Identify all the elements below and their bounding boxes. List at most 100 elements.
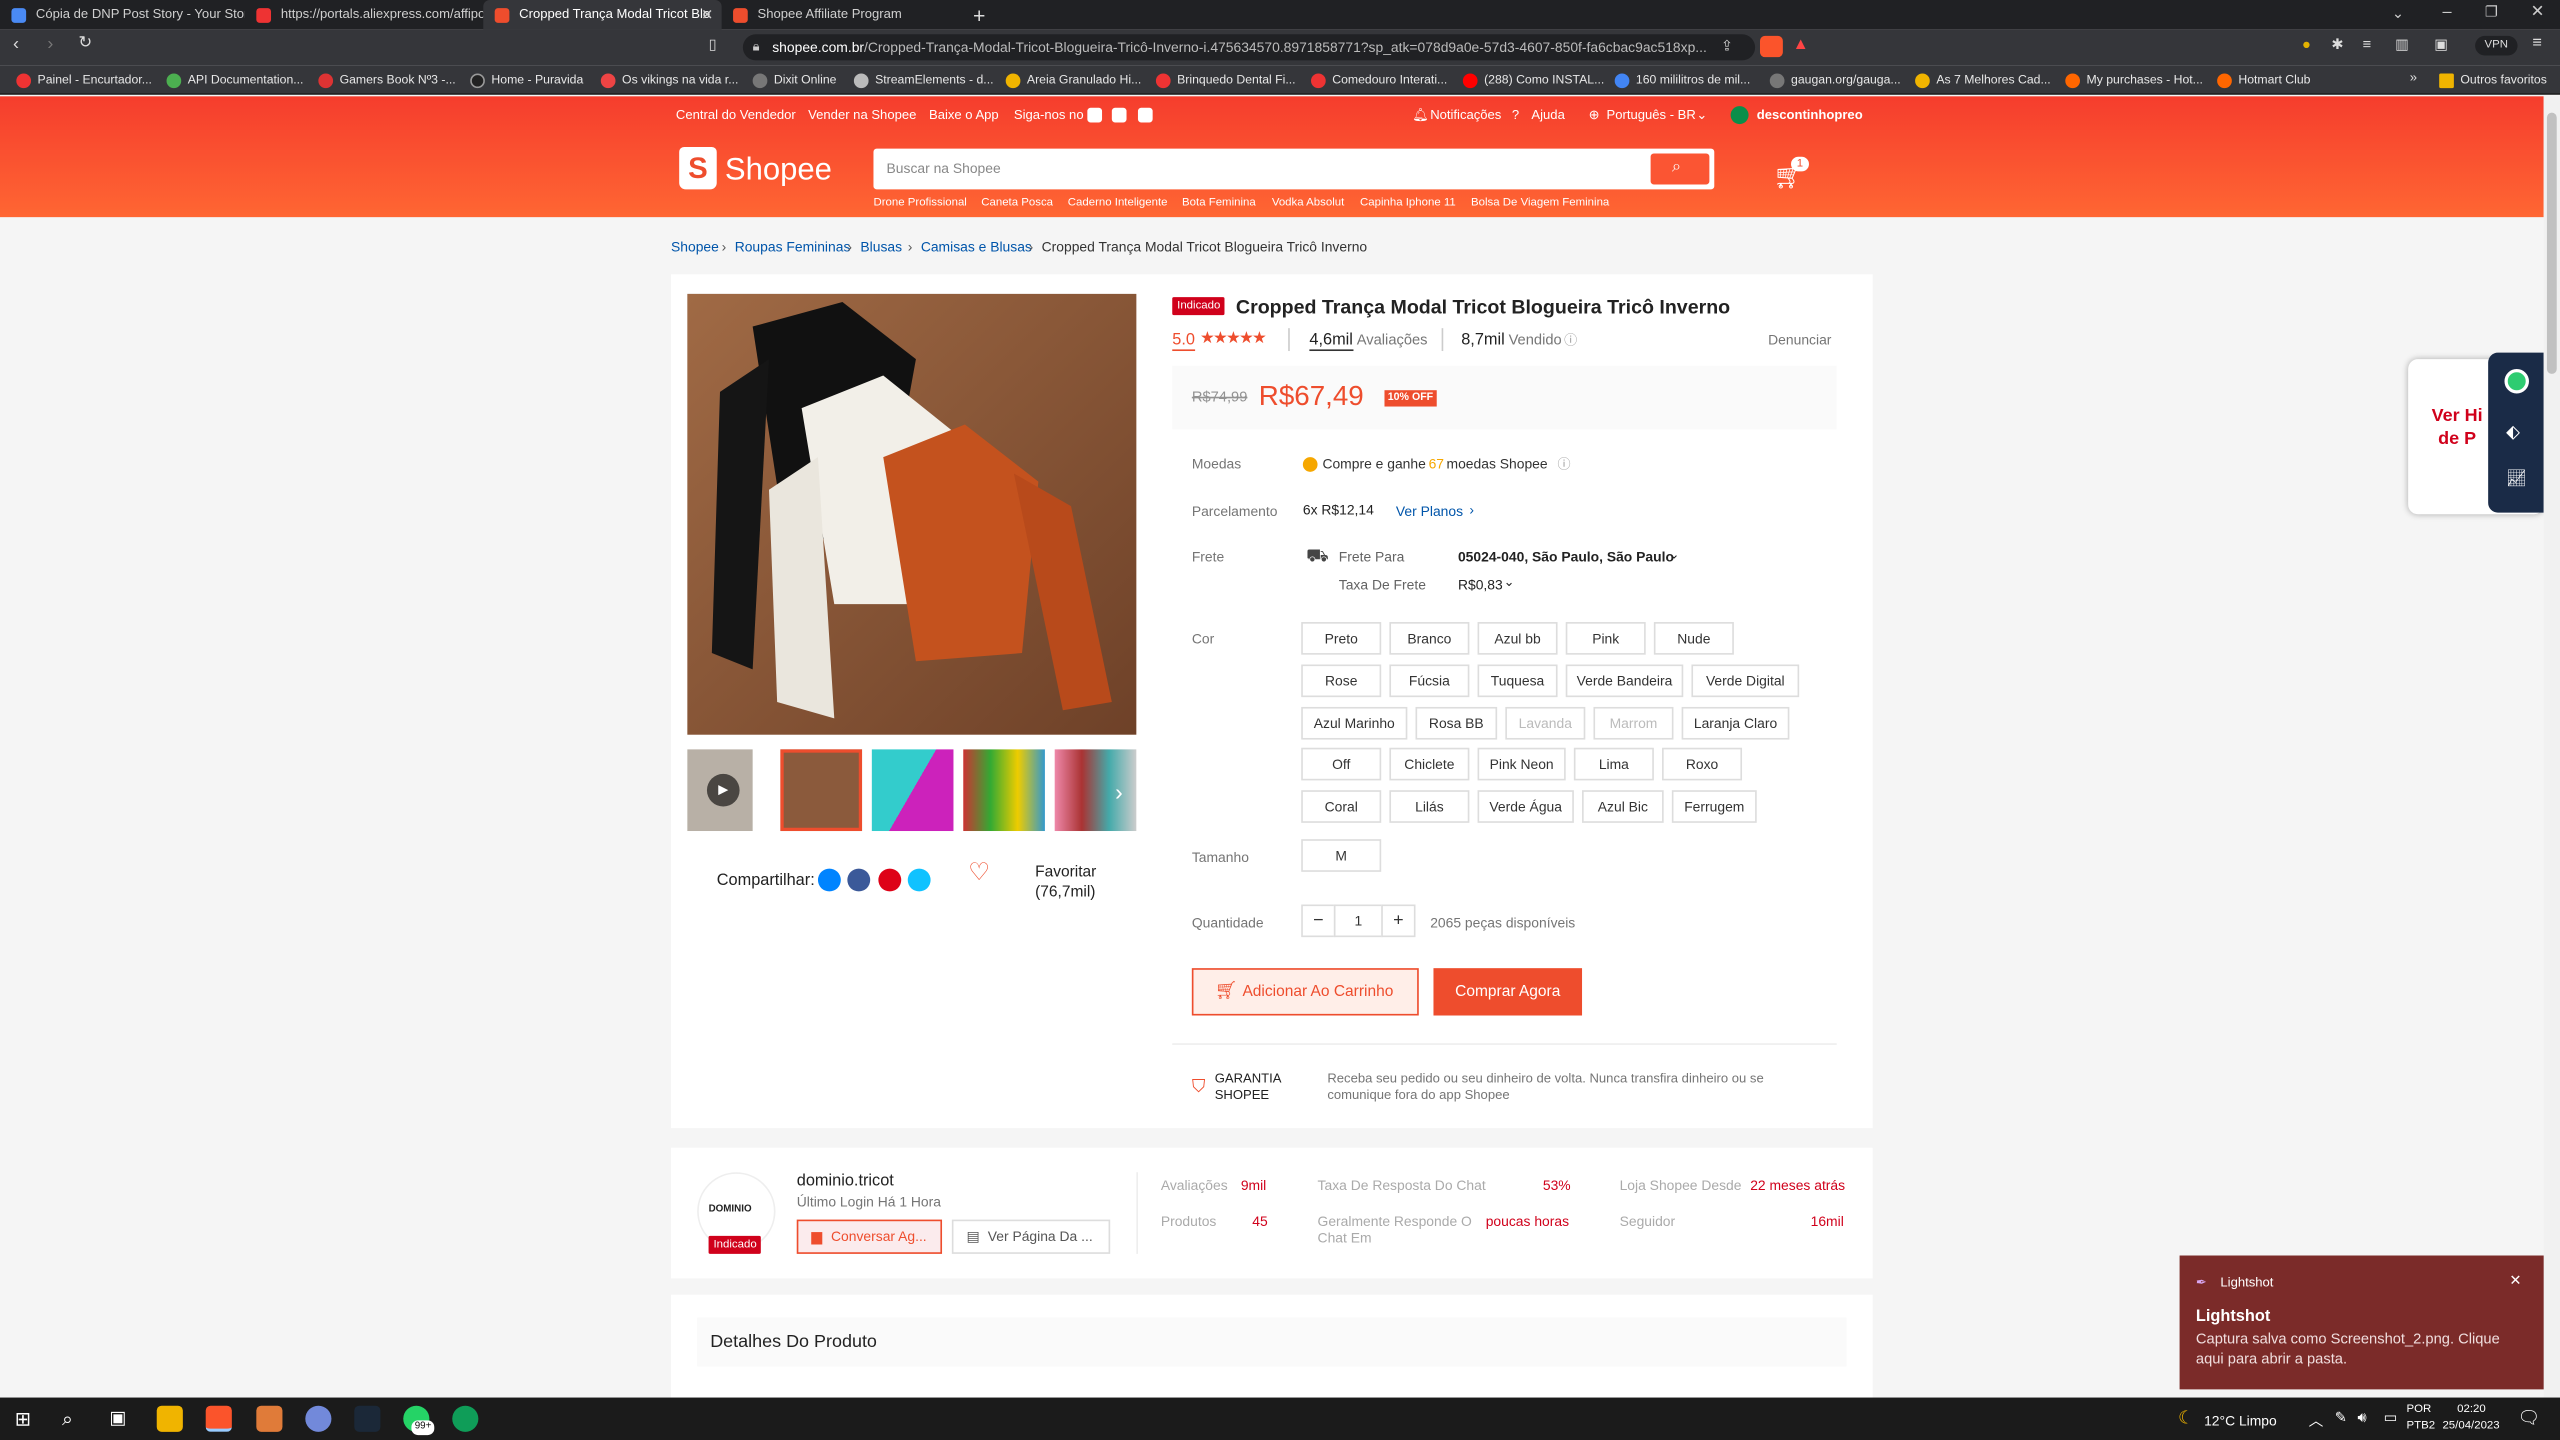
product-thumbnail[interactable]	[871, 749, 954, 832]
buy-now-button[interactable]: Comprar Agora	[1433, 968, 1583, 1016]
report-link[interactable]: Denunciar	[1768, 331, 1831, 347]
heart-icon[interactable]: ♡	[968, 857, 990, 887]
close-window-icon[interactable]: ✕	[2531, 3, 2545, 21]
extension-logo-icon[interactable]	[2504, 368, 2529, 394]
bell-icon[interactable]: 🔔︎	[1412, 108, 1429, 123]
bookmark-item[interactable]: 160 mililitros de mil...	[1614, 65, 1750, 94]
page-scrollbar[interactable]	[2543, 96, 2560, 1398]
breadcrumb-link[interactable]: Shopee	[671, 238, 719, 254]
bookmark-item[interactable]: Os vikings na vida r...	[600, 65, 738, 94]
windows-start-icon[interactable]: ⊞	[15, 1407, 31, 1430]
breadcrumb-link[interactable]: Blusas	[860, 238, 902, 254]
weather-text[interactable]: 12°C Limpo	[2204, 1412, 2277, 1428]
chevron-down-icon[interactable]: ⌄	[1504, 575, 1515, 590]
color-option[interactable]: Verde Bandeira	[1565, 664, 1684, 698]
color-option[interactable]: Azul Marinho	[1301, 706, 1408, 740]
shop-name[interactable]: dominio.tricot	[797, 1172, 894, 1190]
color-option[interactable]: Verde Água	[1477, 790, 1574, 823]
notification-center-icon[interactable]: 🗨︎	[2518, 1407, 2541, 1429]
steam-icon[interactable]	[354, 1405, 381, 1432]
edge-icon[interactable]	[452, 1405, 479, 1432]
address-bar[interactable]: 🔒︎ shopee.com.br/Cropped-Trança-Modal-Tr…	[742, 34, 1756, 61]
lightshot-notification[interactable]: ✒ Lightshot ✕ Lightshot Captura salva co…	[2179, 1255, 2544, 1390]
color-option[interactable]: Lilás	[1389, 790, 1470, 823]
pinterest-icon[interactable]	[878, 868, 902, 892]
search-suggestion[interactable]: Bota Feminina	[1182, 198, 1256, 209]
color-option[interactable]: Off	[1301, 747, 1382, 781]
avatar[interactable]	[1730, 106, 1749, 125]
bookmark-item[interactable]: Comedouro Interati...	[1311, 65, 1447, 94]
product-video-thumbnail[interactable]: ▶	[687, 749, 753, 832]
product-thumbnail[interactable]	[963, 749, 1045, 832]
twitter-icon[interactable]	[1111, 107, 1127, 123]
clock-time[interactable]: 02:20	[2457, 1404, 2486, 1415]
bookmark-item[interactable]: My purchases - Hot...	[2065, 65, 2203, 94]
seller-center-link[interactable]: Central do Vendedor	[676, 108, 796, 123]
notifications-link[interactable]: Notificações	[1430, 108, 1501, 123]
search-suggestion[interactable]: Bolsa De Viagem Feminina	[1471, 198, 1609, 209]
bookmark-item[interactable]: StreamElements - d...	[853, 65, 994, 94]
maximize-icon[interactable]: ❐	[2485, 3, 2498, 21]
search-suggestion[interactable]: Capinha Iphone 11	[1360, 198, 1456, 209]
search-box[interactable]: Buscar na Shopee ⌕	[873, 148, 1715, 190]
installment-plans-link[interactable]: Ver Planos	[1396, 503, 1463, 519]
close-tab-icon[interactable]: ✕	[701, 0, 713, 29]
minimize-icon[interactable]: –	[2442, 3, 2451, 21]
add-to-cart-button[interactable]: 🛒︎ Adicionar Ao Carrinho	[1191, 968, 1419, 1016]
search-icon[interactable]: ⌕	[62, 1407, 73, 1431]
tray-chevron-icon[interactable]: ︿	[2309, 1409, 2324, 1430]
color-option[interactable]: Lima	[1573, 747, 1654, 781]
search-input[interactable]: Buscar na Shopee	[887, 160, 1001, 176]
puzzle-icon[interactable]: ✱	[2331, 36, 2343, 54]
username[interactable]: descontinhopreo	[1757, 108, 1863, 123]
bookmark-item[interactable]: Hotmart Club	[2217, 65, 2311, 94]
extension-icon[interactable]: ●	[2302, 36, 2311, 52]
color-option[interactable]: Verde Digital	[1691, 664, 1800, 698]
bookmark-item[interactable]: Home - Puravida	[470, 65, 583, 94]
decrease-quantity-button[interactable]: −	[1301, 904, 1336, 938]
next-image-icon[interactable]: ›	[1115, 779, 1123, 805]
breadcrumb-link[interactable]: Camisas e Blusas	[921, 238, 1032, 254]
color-option[interactable]: Laranja Claro	[1681, 706, 1790, 740]
scrollbar-thumb[interactable]	[2546, 112, 2557, 374]
globe-icon[interactable]: ⊕	[1589, 108, 1600, 123]
chat-now-button[interactable]: ▆ Conversar Ag...	[796, 1219, 943, 1254]
chevron-down-icon[interactable]: ⌄	[1669, 547, 1680, 562]
favorite-label[interactable]: Favoritar	[1035, 864, 1096, 882]
color-option[interactable]: Azul bb	[1477, 622, 1558, 655]
browser-tab-active[interactable]: Cropped Trança Modal Tricot Blo ✕	[483, 0, 722, 30]
language-select[interactable]: Português - BR	[1607, 108, 1696, 123]
increase-quantity-button[interactable]: +	[1381, 904, 1416, 938]
messenger-icon[interactable]	[817, 868, 841, 892]
keyboard-layout[interactable]: PTB2	[2407, 1420, 2436, 1431]
size-option[interactable]: M	[1301, 839, 1382, 872]
search-suggestion[interactable]: Vodka Absolut	[1272, 198, 1344, 209]
close-notification-icon[interactable]: ✕	[2509, 1272, 2521, 1290]
color-option[interactable]: Coral	[1301, 790, 1382, 823]
bookmark-item[interactable]: Painel - Encurtador...	[16, 65, 152, 94]
sell-on-shopee-link[interactable]: Vender na Shopee	[808, 108, 916, 123]
bookmark-item[interactable]: (288) Como INSTAL...	[1462, 65, 1604, 94]
bookmark-item[interactable]: Dixit Online	[752, 65, 837, 94]
share-icon[interactable]: ⇪	[1721, 38, 1733, 56]
bookmark-item[interactable]: API Documentation...	[166, 65, 303, 94]
help-link[interactable]: Ajuda	[1531, 108, 1564, 123]
search-suggestion[interactable]: Caderno Inteligente	[1068, 198, 1168, 209]
help-icon[interactable]: ?	[1512, 108, 1519, 123]
wallet-icon[interactable]: ▣	[2434, 36, 2448, 54]
color-option[interactable]: Roxo	[1662, 747, 1743, 781]
shipping-address[interactable]: 05024-040, São Paulo, São Paulo	[1458, 549, 1674, 565]
rating-value[interactable]: 5.0	[1172, 331, 1195, 352]
discord-icon[interactable]	[305, 1405, 332, 1432]
network-icon[interactable]: ▭	[2384, 1409, 2398, 1427]
pen-icon[interactable]: ✎	[2335, 1409, 2347, 1427]
task-view-icon[interactable]: ▣	[109, 1407, 126, 1429]
product-image[interactable]	[687, 293, 1137, 735]
bookmark-page-icon[interactable]: ▯	[709, 36, 717, 54]
facebook-icon[interactable]	[847, 868, 871, 892]
help-circle-icon[interactable]: ⓘ	[1558, 456, 1571, 474]
bookmark-item[interactable]: gaugan.org/gauga...	[1769, 65, 1901, 94]
back-icon[interactable]: ‹	[13, 34, 19, 54]
instagram-icon[interactable]	[1087, 107, 1103, 123]
help-circle-icon[interactable]: ⓘ	[1564, 331, 1577, 349]
